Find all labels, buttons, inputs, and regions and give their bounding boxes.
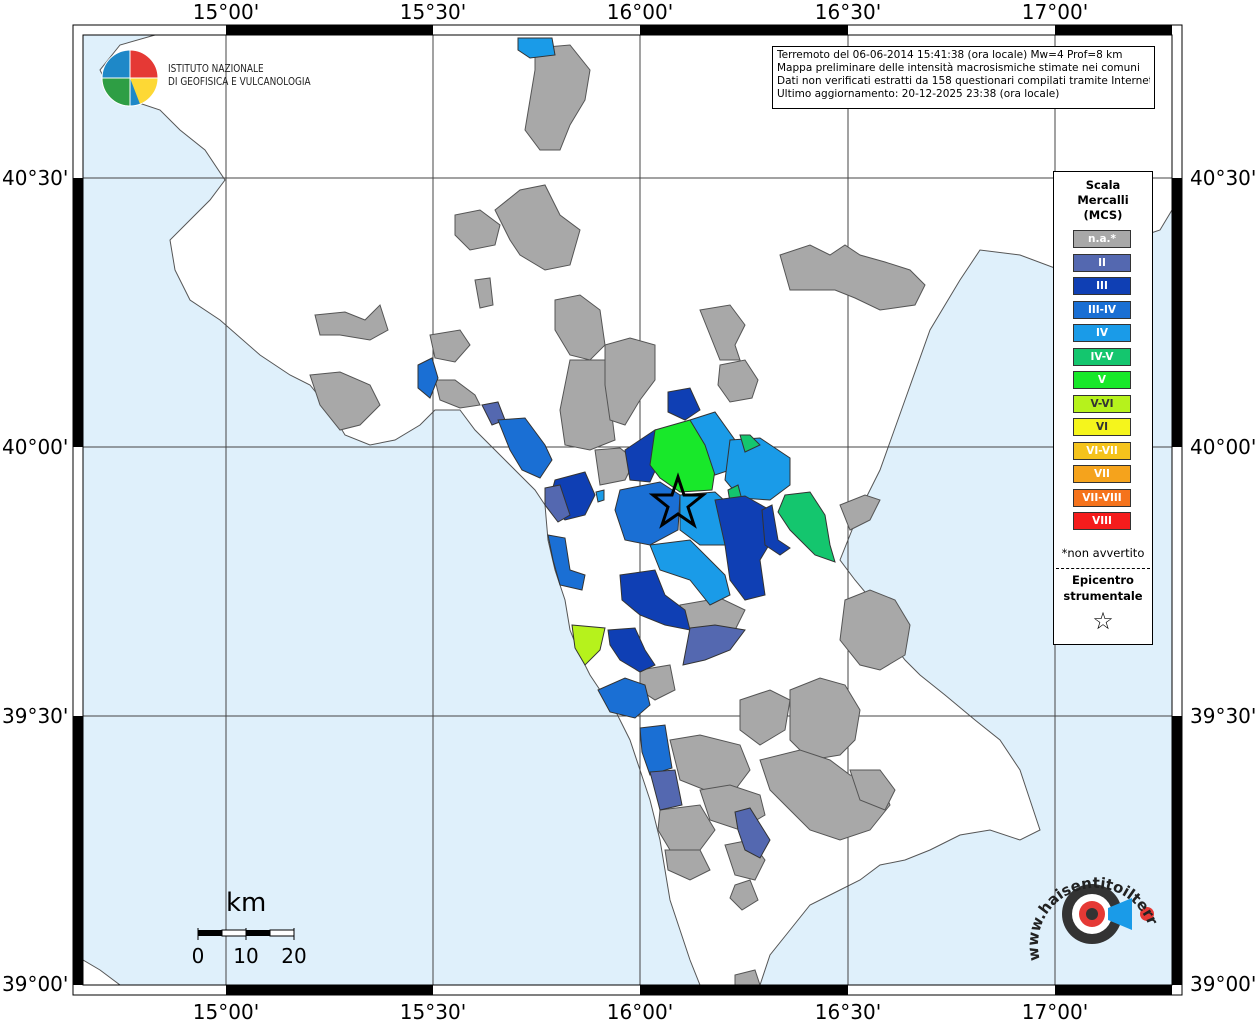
institute-line-2: DI GEOFISICA E VULCANOLOGIA — [168, 76, 311, 88]
watermark-label: www.haisentitoilterremoto.it — [1020, 850, 1162, 962]
lon-label-top-3: 16°00' — [606, 0, 674, 24]
ingv-logo-icon — [101, 49, 159, 107]
legend-item: VIII — [1073, 512, 1131, 530]
legend-item: V — [1073, 371, 1131, 389]
legend-item: II — [1073, 253, 1131, 272]
legend-epicenter: Epicentro strumentale — [1054, 572, 1152, 604]
legend-item: III-IV — [1073, 300, 1131, 319]
legend-item: V-VI — [1073, 394, 1131, 413]
legend-note: *non avvertito — [1061, 546, 1145, 560]
lon-label-top-2: 15°30' — [399, 0, 467, 24]
lon-label-bottom-3: 16°00' — [606, 1000, 674, 1024]
svg-text:www.haisentitoilterremoto.it: www.haisentitoilterremoto.it — [1020, 850, 1162, 962]
lon-label-bottom-5: 17°00' — [1021, 1000, 1089, 1024]
muni-small-iv — [595, 489, 605, 503]
legend-title-3: (MCS) — [1083, 208, 1123, 222]
legend-item: VI — [1073, 418, 1131, 436]
legend-item: VII-VIII — [1073, 488, 1131, 507]
legend-title-1: Scala — [1085, 178, 1121, 192]
institute-line-1: ISTITUTO NAZIONALE — [168, 63, 264, 75]
event-info-box: Terremoto del 06-06-2014 15:41:38 (ora l… — [772, 46, 1155, 109]
lat-label-right-2: 40°00' — [1190, 435, 1255, 459]
lon-label-bottom-2: 15°30' — [399, 1000, 467, 1024]
legend-title: Scala Mercalli (MCS) — [1054, 178, 1152, 223]
legend-item: VII — [1073, 465, 1131, 483]
event-info-line-3: Dati non verificati estratti da 158 ques… — [777, 75, 1150, 87]
lat-label-left-3: 39°30' — [2, 704, 69, 728]
lon-label-top-4: 16°30' — [814, 0, 882, 24]
scale-label-10: 10 — [233, 944, 259, 968]
lat-label-right-1: 40°30' — [1190, 166, 1255, 190]
legend-epicenter-2: strumentale — [1063, 589, 1143, 603]
lat-label-left-1: 40°30' — [2, 166, 69, 190]
legend-item: IV — [1073, 324, 1131, 342]
lon-label-top-5: 17°00' — [1021, 0, 1089, 24]
lat-label-right-3: 39°30' — [1190, 704, 1255, 728]
lat-label-left-4: 39°00' — [2, 972, 69, 996]
intensity-legend: Scala Mercalli (MCS) n.a.* II III III-IV IV I… — [1053, 171, 1153, 645]
scale-unit: km — [226, 888, 267, 918]
lon-label-top-1: 15°00' — [192, 0, 260, 24]
lat-label-right-4: 39°00' — [1190, 972, 1255, 996]
event-info-line-1: Terremoto del 06-06-2014 15:41:38 (ora l… — [777, 49, 1123, 61]
scale-label-20: 20 — [281, 944, 307, 968]
legend-item: III — [1073, 277, 1131, 295]
lat-label-left-2: 40°00' — [2, 435, 69, 459]
legend-epicenter-1: Epicentro — [1072, 573, 1134, 587]
legend-item: IV-V — [1073, 347, 1131, 366]
lon-label-bottom-1: 15°00' — [192, 1000, 260, 1024]
event-info-line-2: Mappa preliminare delle intensità macros… — [777, 62, 1140, 74]
institute-name: ISTITUTO NAZIONALE DI GEOFISICA E VULCAN… — [168, 63, 311, 89]
scale-label-0: 0 — [191, 944, 205, 968]
watermark-text: www.haisentitoilterremoto.it — [1020, 850, 1162, 962]
legend-title-2: Mercalli — [1077, 193, 1129, 207]
legend-star-icon: ☆ — [1092, 607, 1114, 635]
lon-label-bottom-4: 16°30' — [814, 1000, 882, 1024]
legend-item: n.a.* — [1073, 230, 1131, 248]
legend-item: VI-VII — [1073, 441, 1131, 460]
legend-separator — [1056, 568, 1150, 569]
event-info-line-4: Ultimo aggiornamento: 20-12-2025 23:38 (… — [777, 88, 1060, 100]
